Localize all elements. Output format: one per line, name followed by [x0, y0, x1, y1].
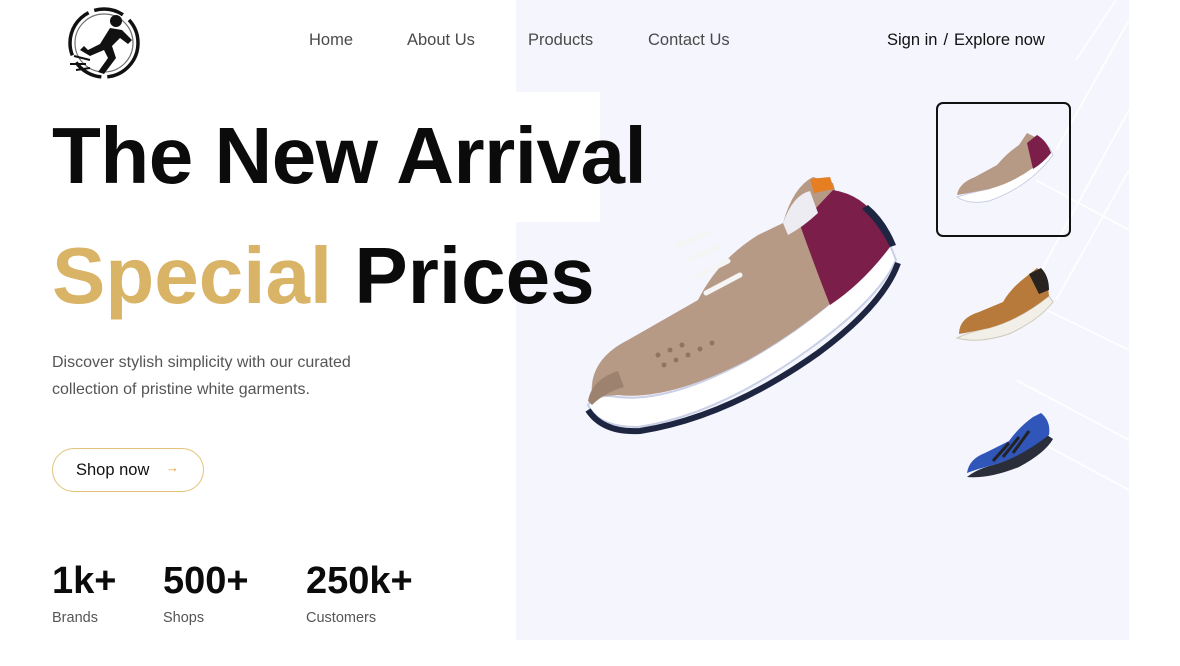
- nav-contact-us[interactable]: Contact Us: [648, 31, 730, 50]
- stat-value: 250k+: [306, 560, 413, 602]
- stat-label: Shops: [163, 610, 205, 626]
- stat-brands: 1k+ Brands: [52, 562, 116, 626]
- arrow-right-icon: →: [166, 460, 179, 475]
- nav-products[interactable]: Products: [528, 31, 593, 50]
- nav-home[interactable]: Home: [309, 31, 353, 50]
- sign-in-link[interactable]: Sign in: [887, 31, 937, 49]
- hero-sneaker-image: [578, 165, 908, 440]
- shop-now-label: Shop now: [76, 460, 150, 479]
- nav-about-us[interactable]: About Us: [407, 31, 475, 50]
- hero-subtitle: Special Prices: [52, 236, 595, 316]
- sneaker-thumbnail-icon: [955, 267, 1054, 341]
- stat-customers: 250k+ Customers: [306, 562, 413, 626]
- hero-title: The New Arrival: [52, 111, 647, 200]
- explore-now-link[interactable]: Explore now: [954, 31, 1045, 49]
- auth-links: Sign in / Explore now: [887, 31, 1045, 50]
- sneaker-thumbnail-icon: [955, 132, 1054, 203]
- shop-now-button[interactable]: Shop now →: [52, 448, 204, 492]
- subtitle-highlight: Special: [52, 231, 333, 320]
- auth-separator: /: [943, 31, 949, 49]
- subtitle-rest: Prices: [354, 231, 595, 320]
- stat-value: 500+: [163, 560, 249, 602]
- stat-shops: 500+ Shops: [163, 562, 249, 626]
- thumbnail-beige-purple-sneaker[interactable]: [936, 102, 1071, 237]
- thumbnail-tan-leather-sneaker[interactable]: [936, 237, 1071, 372]
- runner-logo-icon[interactable]: [60, 6, 144, 84]
- sneaker-thumbnail-icon: [966, 412, 1053, 477]
- hero-description: Discover stylish simplicity with our cur…: [52, 354, 351, 398]
- stat-label: Customers: [306, 610, 377, 626]
- stat-value: 1k+: [52, 560, 117, 602]
- stat-label: Brands: [52, 610, 98, 626]
- thumbnail-blue-hiking-shoe[interactable]: [936, 372, 1071, 507]
